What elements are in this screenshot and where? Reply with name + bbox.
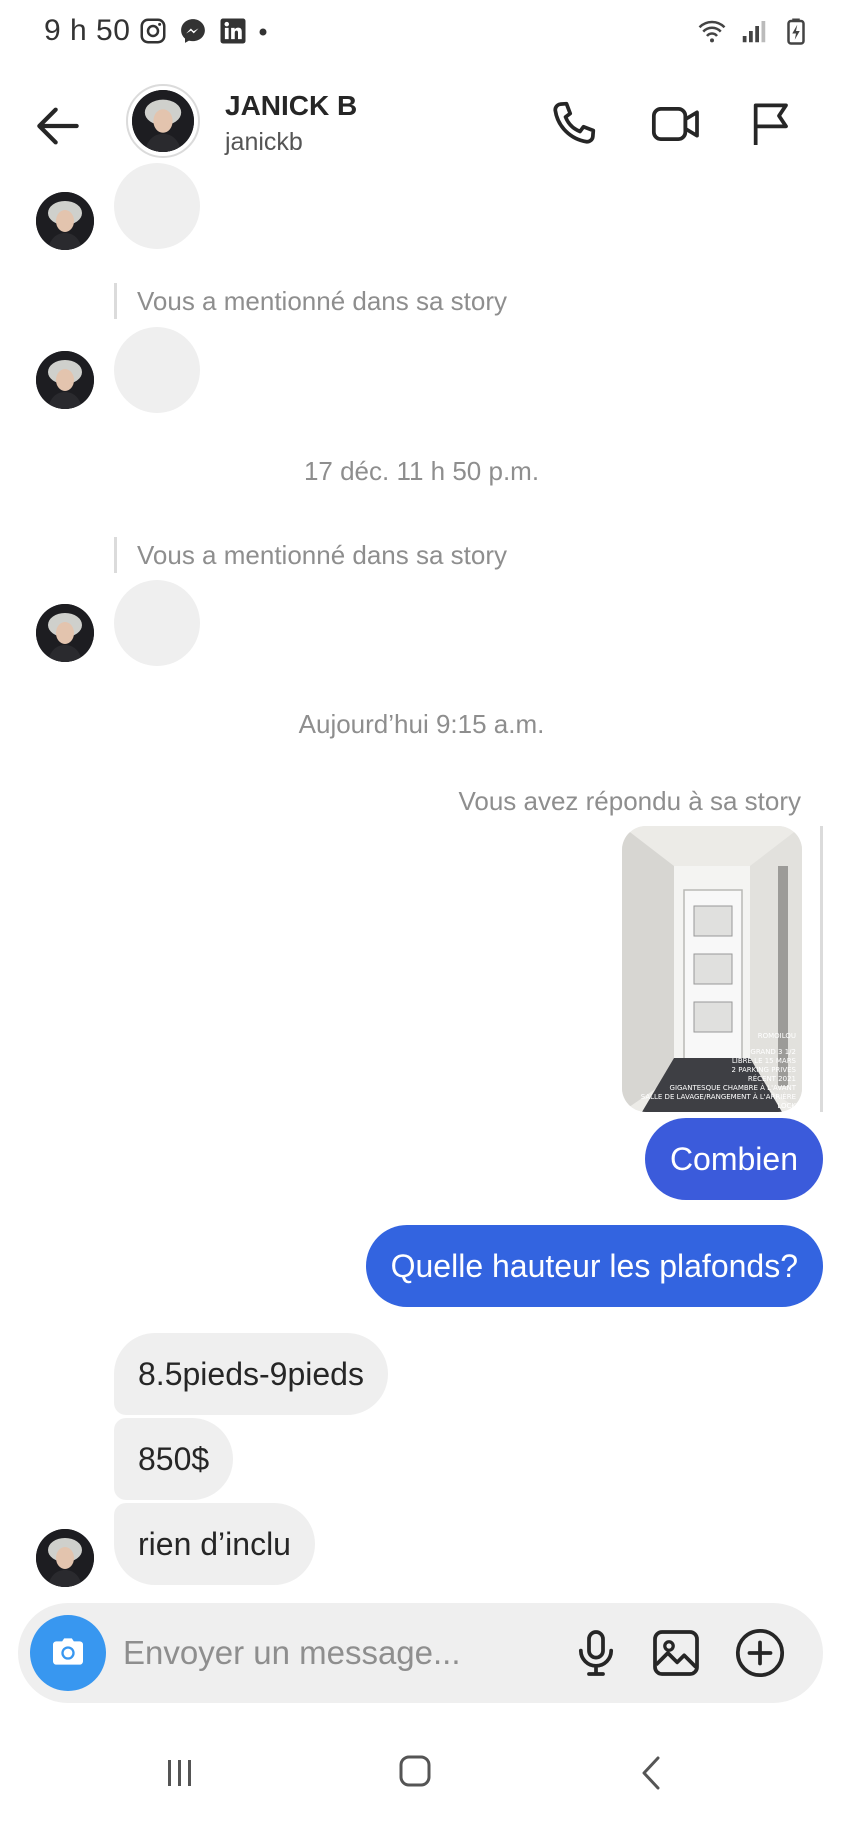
notification-icons	[138, 16, 268, 46]
story-mention-preview[interactable]	[114, 327, 200, 413]
system-navigation-bar	[0, 1720, 843, 1827]
nav-back-icon[interactable]	[622, 1748, 682, 1798]
story-reply-divider	[820, 826, 823, 1112]
camera-button[interactable]	[30, 1615, 106, 1691]
gallery-icon[interactable]	[648, 1625, 704, 1681]
flag-icon[interactable]	[744, 96, 800, 152]
recents-icon[interactable]	[150, 1748, 210, 1798]
back-arrow-icon[interactable]	[30, 98, 86, 154]
outgoing-message[interactable]: Combien	[644, 1118, 823, 1200]
sender-avatar[interactable]	[36, 604, 94, 662]
story-overlay-text: RÉCENT 2021	[747, 1075, 796, 1083]
home-icon[interactable]	[385, 1748, 445, 1798]
linkedin-icon	[220, 18, 246, 44]
message-input[interactable]	[123, 1627, 583, 1679]
incoming-message[interactable]: 850$	[114, 1418, 234, 1500]
phone-icon[interactable]	[545, 96, 601, 152]
avatar	[132, 90, 194, 152]
timestamp: 17 déc. 11 h 50 p.m.	[303, 456, 540, 486]
header-avatar[interactable]	[126, 84, 200, 158]
chat-header: JANICK B janickb	[0, 70, 843, 180]
status-bar: 9 h 50	[0, 0, 843, 64]
instagram-icon	[140, 18, 166, 44]
message-composer	[18, 1603, 823, 1703]
wifi-icon	[698, 20, 726, 43]
story-overlay-text: ROMOILOU	[757, 1032, 796, 1040]
story-overlay-text: GRAND 3 1/2	[750, 1048, 796, 1056]
story-mention-note: Vous a mentionné dans sa story	[114, 283, 507, 319]
video-camera-icon[interactable]	[648, 96, 704, 152]
signal-icon	[742, 21, 766, 43]
story-overlay-text: LOCK	[777, 1102, 796, 1110]
timestamp: Aujourd’hui 9:15 a.m.	[298, 709, 545, 739]
story-mention-preview[interactable]	[114, 580, 200, 666]
contact-name[interactable]: JANICK B	[225, 90, 357, 122]
story-mention-note: Vous a mentionné dans sa story	[114, 537, 507, 573]
incoming-message[interactable]: rien d’inclu	[114, 1503, 315, 1585]
story-mention-preview[interactable]	[114, 163, 200, 249]
plus-circle-icon[interactable]	[732, 1625, 788, 1681]
microphone-icon[interactable]	[568, 1625, 624, 1681]
outgoing-message[interactable]: Quelle hauteur les plafonds?	[365, 1225, 823, 1307]
story-overlay-text: 2 PARKING PRIVÉS	[731, 1066, 796, 1074]
sender-avatar[interactable]	[36, 192, 94, 250]
story-overlay-text: GIGANTESQUE CHAMBRE À L'AVANT	[669, 1084, 796, 1092]
messenger-icon	[181, 19, 205, 43]
story-overlay-text: LIBRE LE 15 MARS	[731, 1057, 796, 1065]
sender-avatar[interactable]	[36, 1529, 94, 1587]
story-reply-thumbnail[interactable]: ROMOILOU GRAND 3 1/2 LIBRE LE 15 MARS 2 …	[622, 826, 802, 1112]
sender-avatar[interactable]	[36, 351, 94, 409]
dot-icon	[259, 28, 267, 36]
story-reply-note: Vous avez répondu à sa story	[458, 786, 801, 816]
incoming-message[interactable]: 8.5pieds-9pieds	[114, 1333, 388, 1415]
system-icons	[697, 16, 811, 46]
status-time: 9 h 50	[44, 14, 131, 47]
camera-icon	[53, 1638, 83, 1665]
contact-username[interactable]: janickb	[225, 128, 303, 157]
story-overlay-text: SALLE DE LAVAGE/RANGEMENT À L'ARRIÈRE	[640, 1093, 796, 1101]
battery-icon	[787, 18, 805, 45]
